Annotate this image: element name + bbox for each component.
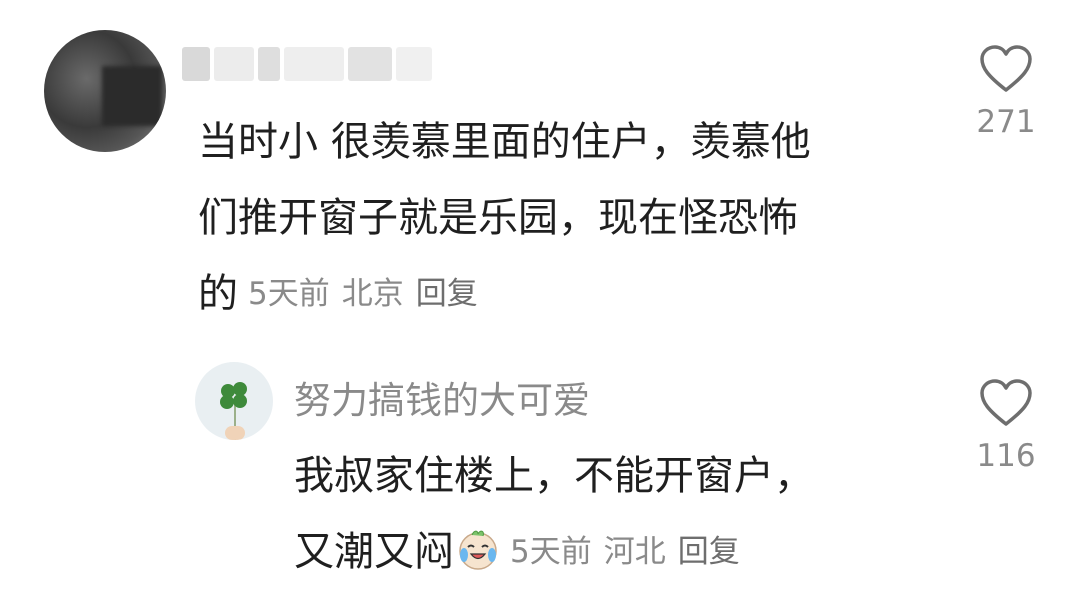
avatar-blur-mosaic [102,66,162,126]
avatar[interactable] [44,30,166,152]
clover-leaf [233,394,247,408]
reply-button[interactable]: 回复 [678,534,740,570]
comment-meta: 5天前 河北 回复 [510,534,752,570]
like-count: 271 [976,104,1036,140]
comment-time: 5天前 [510,534,592,570]
username[interactable]: 努力搞钱的大可爱 [294,370,590,424]
comment-line-text: 又潮又闷 [294,529,454,575]
comment-line: 们推开窗子就是乐园，现在怪恐怖 [198,195,798,241]
hand [225,426,245,440]
avatar[interactable] [195,362,273,440]
comment-text: 我叔家住楼上，不能开窗户， 又潮又闷 5天前 河北 回复 [294,438,914,590]
comment-line: 我叔家住楼上，不能开窗户， [294,453,814,499]
like-button[interactable]: 116 [971,378,1041,474]
clover-leaf [220,395,234,409]
like-count: 116 [976,438,1036,474]
like-button[interactable]: 271 [971,44,1041,140]
comment-location: 北京 [341,276,404,312]
comment-location: 河北 [603,534,666,570]
comment-item: 当时小 很羡慕里面的住户，羡慕他 们推开窗子就是乐园，现在怪恐怖 的 5天前 北京回… [0,0,1080,340]
comment-time: 5天前 [248,276,330,312]
comment-line: 当时小 很羡慕里面的住户，羡慕他 [198,119,811,165]
comment-line-text: 的 [198,271,238,317]
comment-text: 当时小 很羡慕里面的住户，羡慕他 们推开窗子就是乐园，现在怪恐怖 的 5天前 北京回… [198,104,938,332]
comment-line-last: 的 5天前 北京 回复 [198,256,938,332]
comment-meta: 5天前 北京 回复 [248,276,490,312]
heart-icon [980,379,1032,426]
crying-laughing-emoji-icon [459,530,497,570]
username-blurred[interactable] [182,44,432,84]
reply-button[interactable]: 回复 [416,276,478,312]
heart-icon [980,45,1032,92]
comment-line-last: 又潮又闷 5天前 河北 回复 [294,514,914,590]
reply-comment-item: 努力搞钱的大可爱 我叔家住楼上，不能开窗户， 又潮又闷 5天前 河北 回复 116 [0,340,1080,589]
